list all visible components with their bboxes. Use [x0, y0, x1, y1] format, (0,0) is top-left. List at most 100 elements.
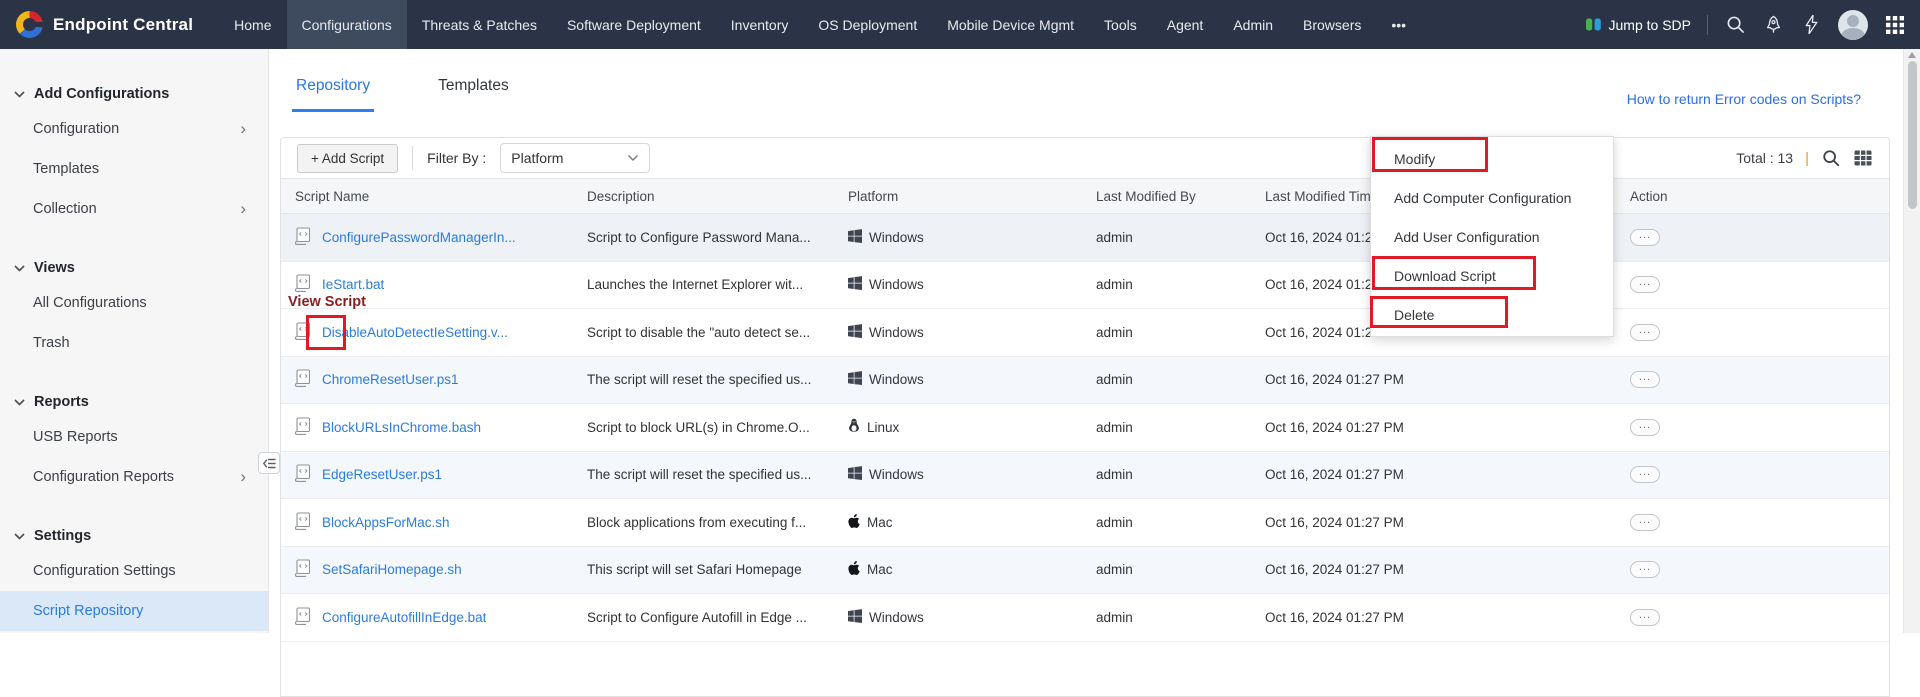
nav-item-admin[interactable]: Admin [1218, 0, 1288, 49]
modified-by-cell: admin [1082, 420, 1251, 435]
nav-item-software-deployment[interactable]: Software Deployment [552, 0, 716, 49]
chevron-right-icon: › [240, 467, 246, 487]
nav-item-threats-patches[interactable]: Threats & Patches [407, 0, 552, 49]
script-file-icon[interactable] [295, 559, 311, 580]
search-icon[interactable] [1724, 14, 1746, 36]
script-file-icon[interactable] [295, 322, 311, 343]
action-cell: ... [1616, 561, 1889, 578]
row-actions-button[interactable]: ... [1630, 276, 1660, 293]
platform-filter-select[interactable]: Platform [500, 143, 650, 173]
nav-item-mobile-device-mgmt[interactable]: Mobile Device Mgmt [932, 0, 1089, 49]
column-chooser-icon[interactable] [1853, 148, 1873, 168]
nav-item-os-deployment[interactable]: OS Deployment [803, 0, 932, 49]
script-name-link[interactable]: DisableAutoDetectIeSetting.v... [322, 325, 508, 340]
modified-by-cell: admin [1082, 610, 1251, 625]
jump-to-sdp-button[interactable]: Jump to SDP [1585, 16, 1691, 33]
tab-repository[interactable]: Repository [292, 71, 374, 112]
chevron-down-icon [14, 394, 25, 410]
script-file-icon[interactable] [295, 464, 311, 485]
sidebar-item-all-configurations[interactable]: All Configurations [0, 283, 268, 323]
mac-icon [848, 514, 860, 531]
user-avatar[interactable] [1838, 10, 1868, 40]
platform-cell: Windows [834, 609, 1082, 626]
description-cell: Launches the Internet Explorer wit... [573, 277, 834, 292]
script-name-link[interactable]: IeStart.bat [322, 277, 384, 292]
row-actions-button[interactable]: ... [1630, 561, 1660, 578]
script-file-icon[interactable] [295, 369, 311, 390]
platform-cell: Windows [834, 466, 1082, 483]
nav-item-tools[interactable]: Tools [1089, 0, 1152, 49]
nav-item-inventory[interactable]: Inventory [716, 0, 804, 49]
nav-item-[interactable]: ••• [1376, 0, 1421, 49]
sidebar-item-collection[interactable]: Collection› [0, 189, 268, 229]
sidebar-section: ViewsAll ConfigurationsTrash [0, 253, 268, 363]
context-menu-item-delete[interactable]: Delete [1371, 295, 1613, 334]
sidebar-section-title-reports[interactable]: Reports [0, 387, 268, 417]
sidebar-collapse-icon[interactable] [258, 452, 280, 474]
script-file-icon[interactable] [295, 227, 311, 248]
row-actions-button[interactable]: ... [1630, 371, 1660, 388]
script-file-icon[interactable] [295, 607, 311, 628]
table-row: DisableAutoDetectIeSetting.v...Script to… [281, 309, 1889, 357]
nav-item-home[interactable]: Home [219, 0, 286, 49]
scrollbar-thumb[interactable] [1908, 61, 1917, 209]
script-name-link[interactable]: ConfigureAutofillInEdge.bat [322, 610, 486, 625]
sidebar-item-usb-reports[interactable]: USB Reports [0, 417, 268, 457]
sidebar-item-configuration-reports[interactable]: Configuration Reports› [0, 457, 268, 497]
column-header-description: Description [573, 189, 834, 204]
error-codes-help-link[interactable]: How to return Error codes on Scripts? [1627, 91, 1861, 107]
sidebar-section-title-views[interactable]: Views [0, 253, 268, 283]
total-separator: | [1805, 150, 1809, 167]
row-actions-button[interactable]: ... [1630, 324, 1660, 341]
script-file-icon[interactable] [295, 417, 311, 438]
windows-icon [848, 324, 862, 341]
script-name-link[interactable]: ChromeResetUser.ps1 [322, 372, 459, 387]
nav-item-agent[interactable]: Agent [1152, 0, 1219, 49]
scrollbar-up-arrow[interactable] [1908, 52, 1916, 58]
sidebar-section-title-settings[interactable]: Settings [0, 521, 268, 551]
lightning-icon[interactable] [1800, 14, 1822, 36]
script-name-link[interactable]: SetSafariHomepage.sh [322, 562, 462, 577]
sidebar-item-trash[interactable]: Trash [0, 323, 268, 363]
sidebar-section: SettingsConfiguration SettingsScript Rep… [0, 521, 268, 631]
apps-grid-icon[interactable] [1884, 14, 1906, 36]
script-name-cell: ConfigureAutofillInEdge.bat [281, 607, 573, 628]
nav-menu: HomeConfigurationsThreats & PatchesSoftw… [219, 0, 1421, 49]
row-actions-button[interactable]: ... [1630, 609, 1660, 626]
script-name-link[interactable]: BlockAppsForMac.sh [322, 515, 450, 530]
nav-item-browsers[interactable]: Browsers [1288, 0, 1376, 49]
script-file-icon[interactable] [295, 274, 311, 295]
row-actions-button[interactable]: ... [1630, 466, 1660, 483]
script-file-icon[interactable] [295, 512, 311, 533]
modified-time-cell: Oct 16, 2024 01:27 PM [1251, 562, 1616, 577]
modified-time-cell: Oct 16, 2024 01:27 PM [1251, 610, 1616, 625]
row-actions-button[interactable]: ... [1630, 514, 1660, 531]
modified-time-cell: Oct 16, 2024 01:27 PM [1251, 467, 1616, 482]
sidebar-item-configuration-settings[interactable]: Configuration Settings [0, 551, 268, 591]
script-name-link[interactable]: ConfigurePasswordManagerIn... [322, 230, 516, 245]
context-menu-item-add-user-configuration[interactable]: Add User Configuration [1371, 217, 1613, 256]
column-header-platform: Platform [834, 189, 1082, 204]
script-name-link[interactable]: BlockURLsInChrome.bash [322, 420, 481, 435]
nav-item-configurations[interactable]: Configurations [287, 0, 407, 49]
row-actions-button[interactable]: ... [1630, 229, 1660, 246]
sidebar-item-templates[interactable]: Templates [0, 149, 268, 189]
vertical-scrollbar[interactable] [1903, 49, 1920, 633]
modified-time-cell: Oct 16, 2024 01:27 PM [1251, 515, 1616, 530]
table-body: ConfigurePasswordManagerIn...Script to C… [281, 214, 1889, 642]
rocket-icon[interactable] [1762, 14, 1784, 36]
script-name-link[interactable]: EdgeResetUser.ps1 [322, 467, 442, 482]
context-menu-item-modify[interactable]: Modify [1371, 139, 1613, 178]
sidebar-section-title-add-configurations[interactable]: Add Configurations [0, 79, 268, 109]
row-actions-button[interactable]: ... [1630, 419, 1660, 436]
table-row: BlockURLsInChrome.bashScript to block UR… [281, 404, 1889, 452]
sidebar: Add ConfigurationsConfiguration›Template… [0, 49, 269, 633]
context-menu-item-add-computer-configuration[interactable]: Add Computer Configuration [1371, 178, 1613, 217]
table-search-icon[interactable] [1821, 148, 1841, 168]
jump-to-sdp-label: Jump to SDP [1609, 17, 1691, 33]
context-menu-item-download-script[interactable]: Download Script [1371, 256, 1613, 295]
tab-templates[interactable]: Templates [434, 71, 513, 112]
sidebar-item-script-repository[interactable]: Script Repository [0, 591, 268, 631]
sidebar-item-configuration[interactable]: Configuration› [0, 109, 268, 149]
add-script-button[interactable]: + Add Script [297, 144, 398, 173]
